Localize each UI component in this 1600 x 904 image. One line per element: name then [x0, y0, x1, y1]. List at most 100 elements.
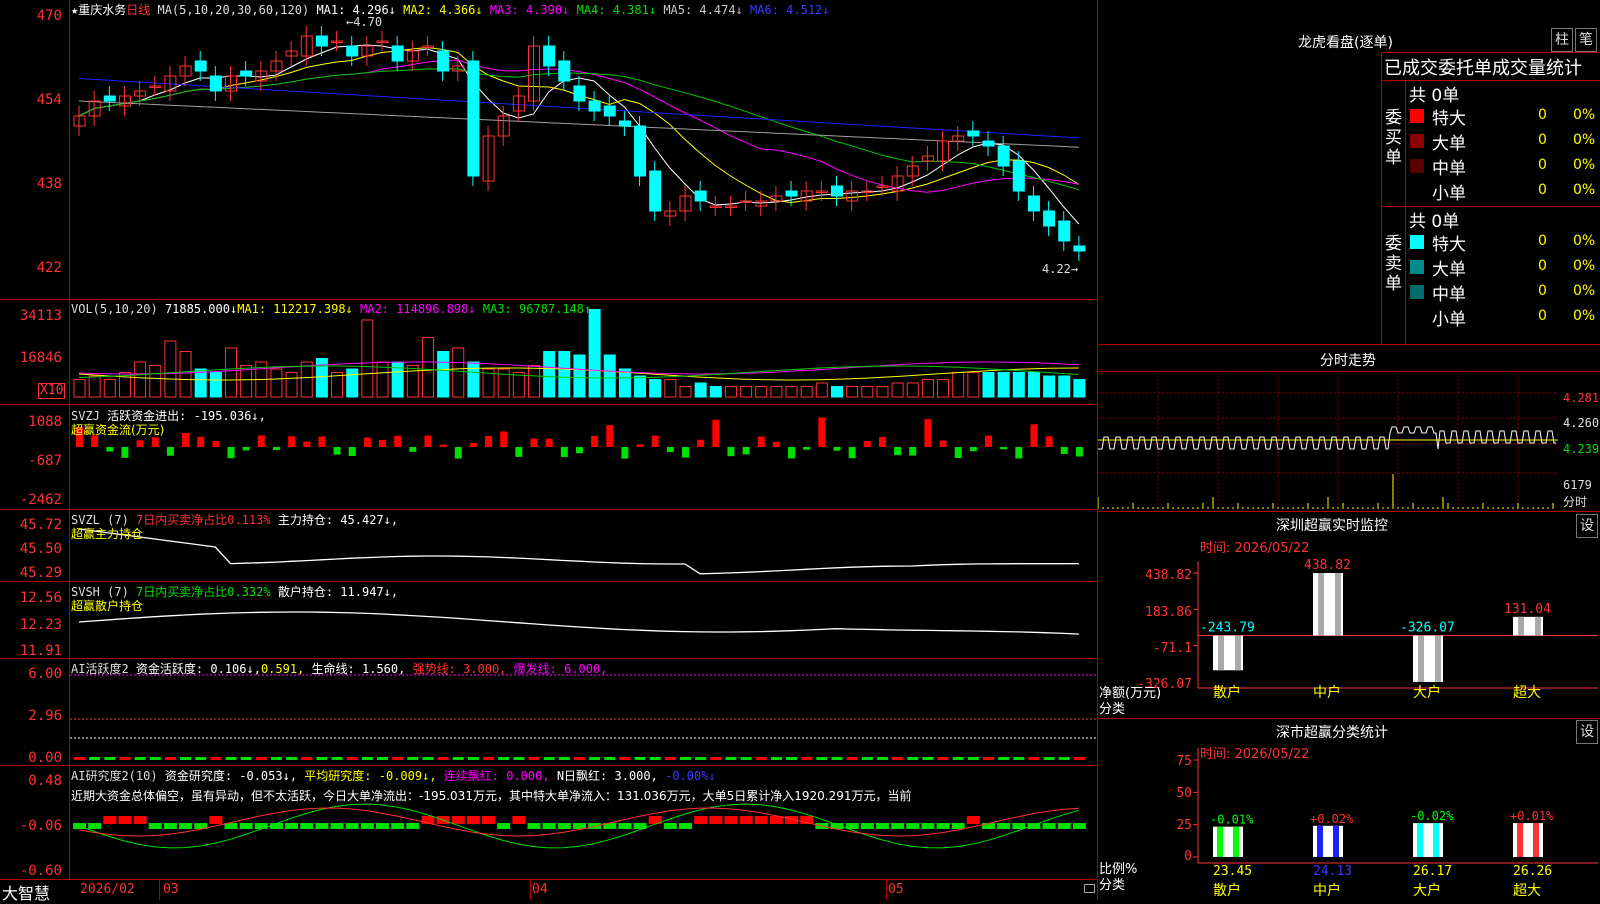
research-bar — [148, 823, 162, 829]
research-bar — [906, 823, 920, 829]
date-axis-label: 05 — [888, 882, 904, 897]
fund-flow-bar — [772, 441, 780, 447]
volume-bar — [649, 379, 662, 398]
research-bar — [209, 816, 223, 824]
bar-view-button[interactable]: 柱 — [1551, 28, 1573, 52]
lock-icon[interactable] — [1084, 884, 1095, 893]
buy-row-label: 中单 — [1432, 159, 1466, 179]
main-chart-area[interactable]: 470 454 438 422 ★重庆水务日线 MA(5,10,20,30,60… — [0, 0, 1098, 903]
fund-flow-bar — [712, 419, 720, 447]
candle-body — [649, 170, 662, 212]
fund-flow-bar — [227, 447, 235, 459]
volume-bar — [1012, 372, 1025, 398]
activity-bar — [104, 757, 116, 760]
activity-bar — [695, 757, 707, 760]
activity-bar — [452, 757, 464, 760]
research-bar — [694, 816, 708, 824]
candle-body — [1012, 160, 1025, 192]
fund-flow-bar — [485, 435, 493, 447]
vol-axis-tick: 34113 — [19, 308, 62, 324]
stats-change-label: -0.01% — [1210, 813, 1254, 827]
tick-view-button[interactable]: 笔 — [1575, 28, 1597, 52]
activity-bar — [907, 757, 919, 760]
activity-bar — [831, 757, 843, 760]
stats-axis-tick: 75 — [1176, 754, 1192, 769]
volume-bar — [421, 337, 434, 398]
vol-ma1: MA1: 112217.398↓ — [237, 302, 353, 316]
research-bar — [921, 823, 935, 829]
date-axis-label: 04 — [532, 882, 548, 897]
activity-bar — [998, 757, 1010, 760]
research-bar — [1057, 823, 1071, 829]
sell-color-swatch — [1410, 285, 1424, 299]
fund-flow-bar — [757, 436, 765, 447]
candle-body — [967, 130, 980, 137]
stats-axis-tick: 50 — [1176, 786, 1192, 801]
research-bar — [466, 816, 480, 824]
volume-bar — [634, 375, 647, 398]
monitor-bar-shade — [1518, 616, 1524, 636]
research-bar — [133, 816, 147, 824]
ai-burst-line: 爆发线: 6.000, — [513, 662, 608, 676]
fund-flow-bar — [697, 439, 705, 447]
stats-bar-stripe — [1317, 825, 1323, 857]
volume-bar — [497, 368, 510, 398]
candle-body — [982, 140, 995, 147]
volume-bar — [891, 382, 904, 398]
research-bar — [118, 816, 132, 824]
intraday-title: 分时走势 — [1320, 353, 1376, 369]
dragon-tiger-title: 龙虎看盘(逐单) — [1298, 35, 1393, 51]
stats-bar-stripe — [1517, 823, 1523, 857]
vol-value: 71885.000↓ — [164, 302, 238, 316]
research-bar — [285, 823, 299, 829]
monitor-value-label: 131.04 — [1504, 602, 1551, 617]
candle-body — [1043, 210, 1056, 227]
fund-flow-bar — [818, 417, 826, 447]
volume-bar — [164, 340, 177, 398]
monitor-axis-tick: 438.82 — [1145, 568, 1192, 583]
research-bar — [163, 823, 177, 829]
monitor-bar-2 — [1413, 635, 1443, 682]
activity-bar — [604, 757, 616, 760]
activity-bar — [270, 757, 282, 760]
buy-row-count: 0 — [1538, 132, 1547, 148]
monitor-xlabel: 分类 — [1099, 702, 1126, 717]
activity-bar — [725, 757, 737, 760]
research-bar — [254, 823, 268, 829]
activity-bar — [861, 757, 873, 760]
research-bar — [497, 823, 511, 829]
activity-bar — [1013, 757, 1025, 760]
svsh-axis-tick: 12.56 — [19, 590, 62, 606]
research-bar — [512, 816, 526, 824]
monitor-bar-shade — [1318, 573, 1324, 636]
research-bar — [1072, 823, 1086, 829]
stats-category-label: 大户 — [1413, 882, 1441, 899]
fund-flow-bar — [424, 435, 432, 447]
volume-bar — [937, 379, 950, 398]
volume-bar — [467, 361, 480, 398]
monitor-bar-3 — [1513, 616, 1543, 636]
activity-bar — [589, 757, 601, 760]
ma3-value: MA3: 4.390↓ — [489, 3, 570, 17]
svsh-stat: 7日内买卖净占比0.332% — [136, 585, 271, 599]
vol-label: VOL(5,10,20) — [71, 302, 158, 316]
fund-flow-bar — [182, 432, 190, 447]
research-bar — [679, 823, 692, 829]
activity-bar — [1043, 757, 1055, 760]
candle-body — [1027, 195, 1040, 212]
fund-flow-bar — [379, 439, 386, 447]
candle-body — [346, 45, 359, 57]
fund-flow-bar — [788, 447, 796, 459]
activity-bar — [437, 757, 449, 760]
intraday-chart[interactable] — [1098, 371, 1600, 511]
ai-active-label: AI活跃度2 — [71, 662, 129, 676]
volume-bar — [846, 386, 859, 398]
fund-flow-bar — [682, 447, 689, 458]
activity-bar — [801, 757, 813, 760]
price-chart-canvas[interactable] — [0, 0, 1098, 900]
research-bar — [360, 823, 374, 829]
fund-flow-bar — [666, 447, 674, 453]
intraday-volume-unit: 分时 — [1563, 495, 1588, 509]
ma-label: MA(5,10,20,30,60,120) — [157, 3, 310, 17]
candle-body — [103, 95, 116, 102]
